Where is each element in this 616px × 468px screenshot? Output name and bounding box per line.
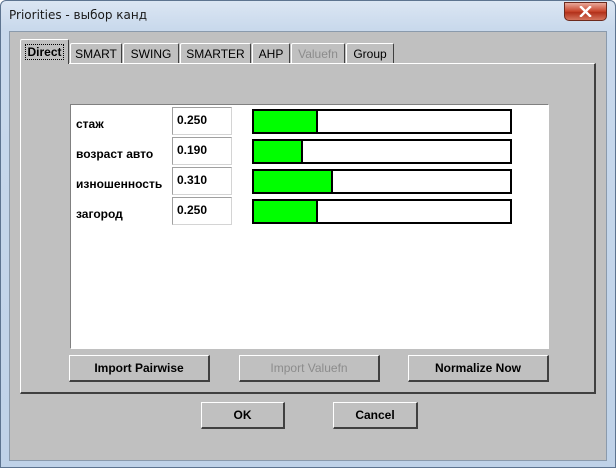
- criterion-row: стаж 0.250: [71, 106, 548, 136]
- weight-bar[interactable]: [252, 109, 512, 134]
- weight-bar-fill: [254, 111, 318, 132]
- weight-field[interactable]: 0.310: [172, 167, 232, 195]
- tab-group[interactable]: Group: [346, 43, 394, 63]
- weight-field[interactable]: 0.190: [172, 137, 232, 165]
- window-title: Priorities - выбор канд: [9, 8, 147, 22]
- tab-smart[interactable]: SMART: [70, 43, 122, 63]
- tab-swing[interactable]: SWING: [123, 43, 179, 63]
- criterion-label: изношенность: [76, 177, 163, 191]
- criterion-row: изношенность 0.310: [71, 166, 548, 196]
- tab-label: Valuefn: [298, 46, 338, 61]
- tab-label: Direct: [25, 44, 64, 60]
- dialog-client-area: Direct SMART SWING SMARTER AHP Valuefn G…: [9, 31, 607, 461]
- ok-button[interactable]: OK: [201, 402, 285, 429]
- normalize-now-button[interactable]: Normalize Now: [408, 355, 549, 382]
- dialog-window: Priorities - выбор канд Direct SMART SWI…: [0, 0, 616, 468]
- cancel-button[interactable]: Cancel: [333, 402, 418, 429]
- weight-bar-fill: [254, 201, 318, 222]
- weight-field[interactable]: 0.250: [172, 107, 232, 135]
- weight-bar[interactable]: [252, 199, 512, 224]
- import-valuefn-button[interactable]: Import Valuefn: [239, 355, 380, 382]
- weight-bar[interactable]: [252, 139, 512, 164]
- close-icon: [579, 6, 592, 17]
- tab-smarter[interactable]: SMARTER: [180, 43, 251, 63]
- tab-label: AHP: [258, 46, 284, 61]
- weight-bar-fill: [254, 171, 334, 192]
- tab-direct[interactable]: Direct: [20, 39, 69, 64]
- criterion-label: возраст авто: [76, 147, 154, 161]
- tab-label: SWING: [130, 46, 172, 61]
- weight-bar-fill: [254, 141, 303, 162]
- tab-ahp[interactable]: AHP: [252, 43, 290, 63]
- criterion-row: возраст авто 0.190: [71, 136, 548, 166]
- weight-field[interactable]: 0.250: [172, 197, 232, 225]
- tab-label: SMART: [75, 46, 117, 61]
- tab-label: Group: [353, 46, 387, 61]
- tab-valuefn[interactable]: Valuefn: [291, 43, 345, 63]
- weight-bar[interactable]: [252, 169, 512, 194]
- tab-panel-direct: стаж 0.250 возраст авто 0.190 изношеннос…: [20, 63, 596, 394]
- criterion-label: стаж: [76, 117, 104, 131]
- criterion-row: загород 0.250: [71, 196, 548, 226]
- close-button[interactable]: [564, 2, 607, 21]
- title-bar[interactable]: Priorities - выбор канд: [1, 1, 615, 31]
- import-pairwise-button[interactable]: Import Pairwise: [69, 355, 210, 382]
- tab-label: SMARTER: [186, 46, 245, 61]
- criterion-label: загород: [76, 207, 123, 221]
- criteria-list: стаж 0.250 возраст авто 0.190 изношеннос…: [70, 104, 549, 349]
